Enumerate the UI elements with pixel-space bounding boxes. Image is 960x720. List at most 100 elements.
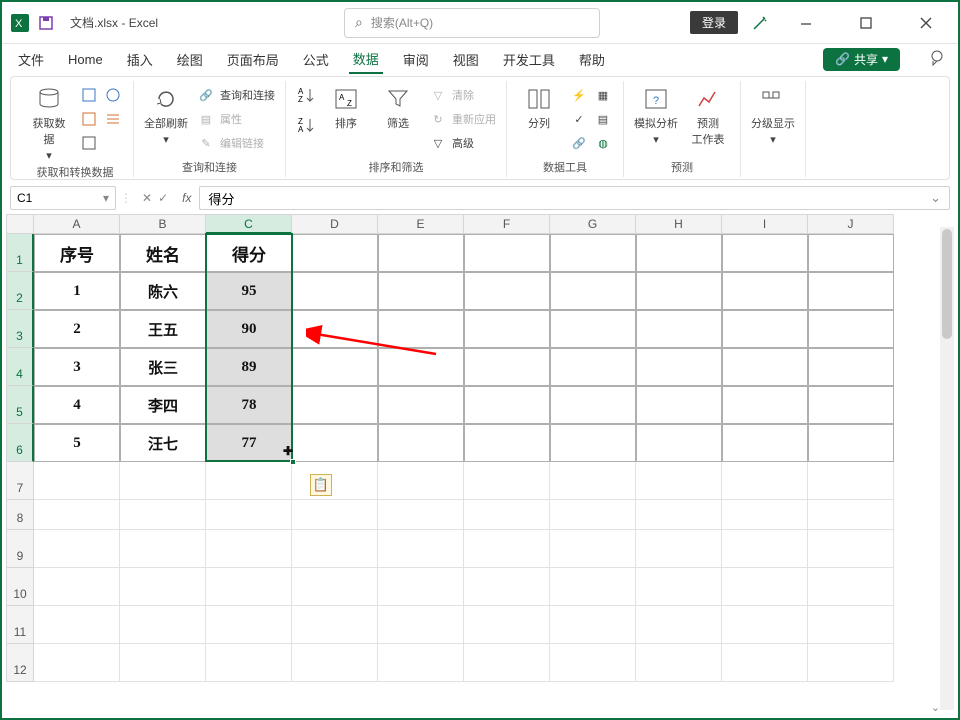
cell[interactable] bbox=[722, 644, 808, 682]
cell[interactable] bbox=[722, 530, 808, 568]
cell[interactable] bbox=[464, 500, 550, 530]
sort-desc-icon[interactable]: ZA bbox=[296, 115, 316, 135]
cell[interactable] bbox=[34, 530, 120, 568]
row-header[interactable]: 8 bbox=[6, 500, 34, 530]
row-header[interactable]: 5 bbox=[6, 386, 34, 424]
from-text-icon[interactable] bbox=[79, 85, 99, 105]
cell[interactable] bbox=[808, 606, 894, 644]
formula-input[interactable]: 得分 ⌄ bbox=[199, 186, 950, 210]
cell[interactable] bbox=[292, 644, 378, 682]
forecast-sheet-button[interactable]: 预测 工作表 bbox=[686, 85, 730, 147]
cell[interactable] bbox=[464, 348, 550, 386]
cell[interactable] bbox=[206, 606, 292, 644]
cell[interactable] bbox=[206, 462, 292, 500]
cell[interactable] bbox=[808, 424, 894, 462]
cell[interactable] bbox=[722, 606, 808, 644]
cell[interactable] bbox=[292, 310, 378, 348]
cell[interactable] bbox=[550, 530, 636, 568]
text-to-columns-button[interactable]: 分列 bbox=[517, 85, 561, 131]
cell[interactable] bbox=[206, 530, 292, 568]
collapse-ribbon-icon[interactable]: ⌄ bbox=[931, 701, 940, 714]
scrollbar-thumb[interactable] bbox=[942, 229, 952, 339]
cell[interactable] bbox=[636, 462, 722, 500]
queries-connections-button[interactable]: 🔗查询和连接 bbox=[196, 85, 275, 105]
col-header[interactable]: D bbox=[292, 214, 378, 234]
cell[interactable] bbox=[550, 462, 636, 500]
enter-formula-icon[interactable]: ✓ bbox=[158, 191, 168, 205]
tab-review[interactable]: 审阅 bbox=[399, 46, 433, 73]
recent-sources-icon[interactable] bbox=[103, 109, 123, 129]
paste-options-tag[interactable]: 📋 bbox=[310, 474, 332, 496]
minimize-button[interactable] bbox=[782, 9, 830, 37]
cell[interactable] bbox=[808, 568, 894, 606]
cell[interactable] bbox=[808, 644, 894, 682]
tab-help[interactable]: 帮助 bbox=[575, 46, 609, 73]
cell[interactable] bbox=[378, 530, 464, 568]
row-header[interactable]: 7 bbox=[6, 462, 34, 500]
cell[interactable] bbox=[464, 606, 550, 644]
comments-icon[interactable] bbox=[928, 49, 946, 70]
cell[interactable] bbox=[378, 310, 464, 348]
cell[interactable]: 5 bbox=[34, 424, 120, 462]
cell[interactable] bbox=[636, 644, 722, 682]
cell[interactable] bbox=[378, 348, 464, 386]
cell-selected[interactable]: 得分 bbox=[206, 234, 292, 272]
cell[interactable] bbox=[120, 500, 206, 530]
row-header[interactable]: 1 bbox=[6, 234, 34, 272]
cell[interactable] bbox=[292, 606, 378, 644]
col-header[interactable]: J bbox=[808, 214, 894, 234]
sort-asc-icon[interactable]: AZ bbox=[296, 85, 316, 105]
cell[interactable] bbox=[120, 606, 206, 644]
cell[interactable]: 李四 bbox=[120, 386, 206, 424]
cell[interactable] bbox=[378, 424, 464, 462]
cell[interactable] bbox=[722, 348, 808, 386]
cell[interactable] bbox=[550, 606, 636, 644]
cell[interactable] bbox=[378, 644, 464, 682]
cell[interactable]: 序号 bbox=[34, 234, 120, 272]
cell[interactable] bbox=[636, 500, 722, 530]
outline-button[interactable]: 分级显示 ▾ bbox=[751, 85, 795, 146]
cell[interactable] bbox=[292, 234, 378, 272]
remove-dupes-icon[interactable]: ▦ bbox=[593, 85, 613, 105]
cell[interactable] bbox=[464, 462, 550, 500]
tab-formula[interactable]: 公式 bbox=[299, 46, 333, 73]
cell-selected[interactable]: 78 bbox=[206, 386, 292, 424]
close-button[interactable] bbox=[902, 9, 950, 37]
cell[interactable]: 张三 bbox=[120, 348, 206, 386]
cell[interactable] bbox=[722, 234, 808, 272]
cell[interactable] bbox=[292, 500, 378, 530]
cell[interactable] bbox=[206, 568, 292, 606]
col-header[interactable]: E bbox=[378, 214, 464, 234]
cell[interactable] bbox=[464, 530, 550, 568]
cell[interactable] bbox=[722, 500, 808, 530]
cell[interactable] bbox=[464, 234, 550, 272]
cell[interactable] bbox=[378, 568, 464, 606]
cell[interactable] bbox=[808, 272, 894, 310]
name-box[interactable]: C1 ▾ bbox=[10, 186, 116, 210]
cell[interactable] bbox=[722, 272, 808, 310]
cell[interactable] bbox=[722, 424, 808, 462]
cell[interactable] bbox=[722, 310, 808, 348]
cell[interactable]: 汪七 bbox=[120, 424, 206, 462]
from-web-icon[interactable] bbox=[103, 85, 123, 105]
filter-button[interactable]: 筛选 bbox=[376, 85, 420, 131]
cell[interactable] bbox=[464, 568, 550, 606]
cell[interactable] bbox=[636, 530, 722, 568]
cell[interactable] bbox=[636, 568, 722, 606]
cell[interactable] bbox=[550, 234, 636, 272]
cell[interactable] bbox=[550, 310, 636, 348]
share-button[interactable]: 🔗 共享 ▾ bbox=[823, 48, 900, 71]
save-icon[interactable] bbox=[36, 13, 56, 33]
cell[interactable] bbox=[636, 606, 722, 644]
cell-selected[interactable]: 95 bbox=[206, 272, 292, 310]
cell[interactable] bbox=[808, 530, 894, 568]
col-header[interactable]: B bbox=[120, 214, 206, 234]
tab-dev[interactable]: 开发工具 bbox=[499, 46, 559, 73]
cell[interactable] bbox=[636, 348, 722, 386]
search-box[interactable]: ⌕ 搜索(Alt+Q) bbox=[344, 8, 600, 38]
cell[interactable] bbox=[206, 500, 292, 530]
cell[interactable]: 3 bbox=[34, 348, 120, 386]
row-header[interactable]: 12 bbox=[6, 644, 34, 682]
cell[interactable] bbox=[464, 272, 550, 310]
consolidate-icon[interactable]: ▤ bbox=[593, 109, 613, 129]
